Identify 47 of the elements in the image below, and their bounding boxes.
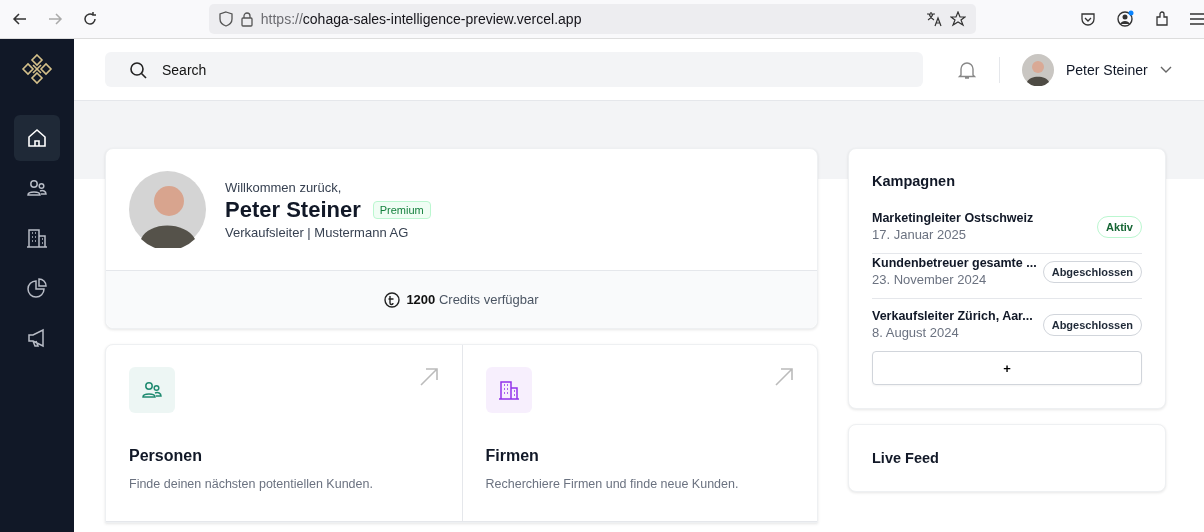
campaign-date: 8. August 2024	[872, 325, 960, 340]
shield-icon	[218, 11, 233, 27]
campaign-name[interactable]: Kundenbetreuer gesamte ...	[872, 256, 1037, 270]
card-title: Kampagnen	[872, 173, 956, 189]
url-text: https://cohaga-sales-intelligence-preview.vercel.app	[260, 11, 582, 27]
reload-icon[interactable]	[82, 11, 98, 27]
tile-description: Recherchiere Firmen und finde neue Kunden.	[485, 477, 740, 491]
add-campaign-button[interactable]: +	[872, 351, 1142, 385]
pie-chart-icon	[26, 277, 48, 299]
bell-icon[interactable]	[957, 59, 977, 80]
job-title: Verkaufsleiter | Mustermann AG	[225, 224, 410, 240]
avatar[interactable]	[1022, 53, 1054, 86]
greeting-text: Willkommen zurück,	[225, 179, 343, 195]
campaign-date: 23. November 2024	[872, 272, 988, 287]
user-name[interactable]: Peter Steiner	[1066, 61, 1148, 78]
star-icon[interactable]	[950, 11, 966, 27]
coin-icon	[384, 291, 401, 308]
feature-tile[interactable]: Personen Finde deinen nächsten potentiellen Kunden.	[106, 345, 462, 522]
tile-title: Personen	[129, 447, 203, 465]
plan-badge: Premium	[372, 200, 431, 219]
lock-icon	[240, 11, 253, 27]
campaign-name[interactable]: Verkaufsleiter Zürich, Aar...	[872, 309, 1033, 323]
card-title: Live Feed	[872, 450, 939, 466]
campaign-name[interactable]: Marketingleiter Ostschweiz	[872, 211, 1034, 225]
tile-title: Firmen	[485, 447, 540, 465]
chevron-down-icon[interactable]	[1159, 65, 1172, 74]
building-icon	[26, 227, 48, 249]
credits-text: 1200 Credits verfügbar	[406, 292, 539, 307]
back-icon[interactable]	[12, 11, 28, 27]
translate-icon[interactable]	[926, 11, 942, 27]
campaign-date: 17. Januar 2025	[872, 227, 967, 242]
pocket-icon[interactable]	[1080, 11, 1096, 27]
search-field[interactable]: Search	[105, 52, 923, 87]
people-icon	[26, 177, 48, 199]
tile-description: Finde deinen nächsten potentiellen Kunden.	[129, 477, 374, 491]
arrow-up-right-icon	[418, 367, 439, 387]
address-bar[interactable]: https://cohaga-sales-intelligence-preview.vercel.app	[208, 4, 976, 34]
arrow-up-right-icon	[774, 367, 794, 387]
menu-icon[interactable]	[1190, 13, 1204, 25]
logo-icon[interactable]	[21, 53, 53, 85]
home-icon	[26, 127, 48, 149]
sidebar-item[interactable]	[14, 115, 60, 161]
search-icon	[129, 61, 147, 79]
account-icon[interactable]	[1116, 10, 1134, 28]
feature-tile[interactable]: Firmen Recherchiere Firmen und finde neue Kunden.	[461, 345, 817, 522]
extensions-icon[interactable]	[1154, 11, 1170, 27]
profile-name: Peter Steiner	[225, 196, 361, 223]
